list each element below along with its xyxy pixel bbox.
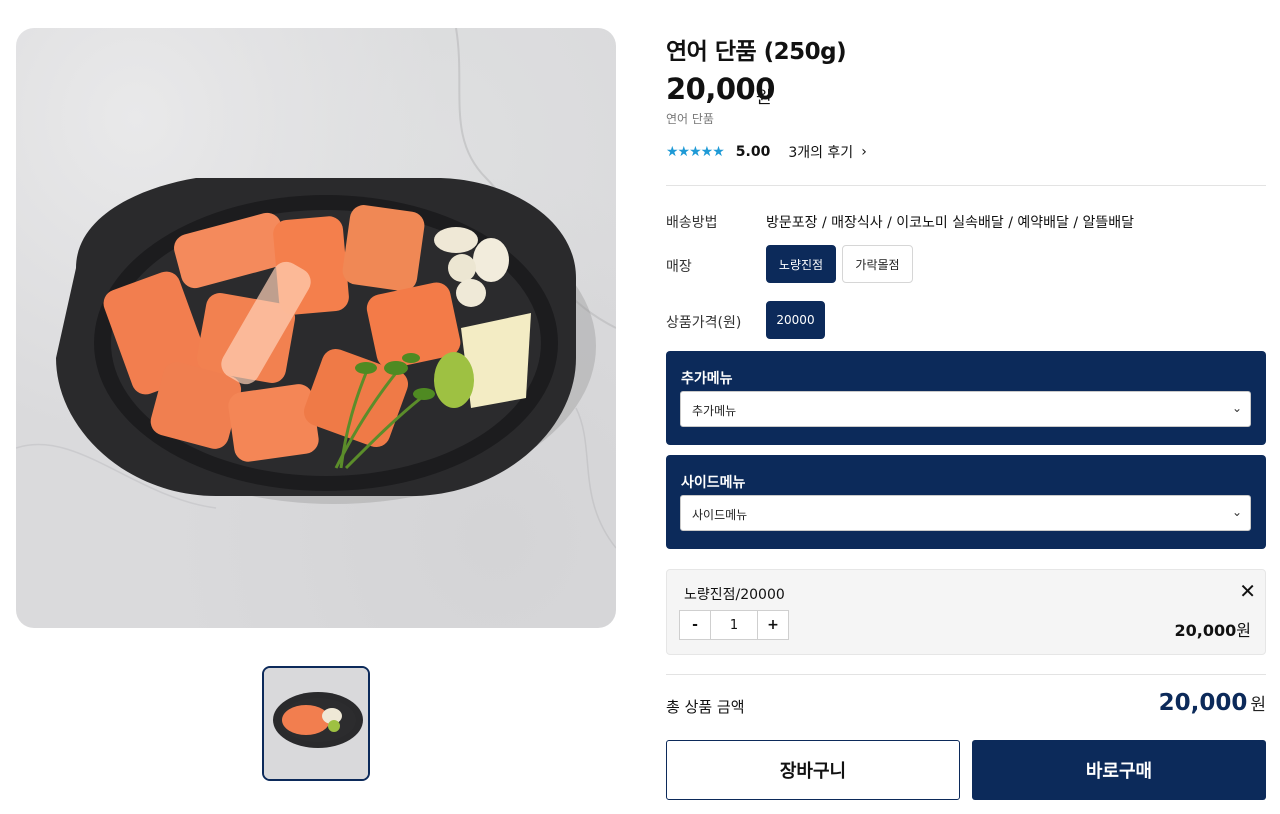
reviews-label: 3개의 후기: [788, 145, 854, 161]
chevron-right-icon: ›: [861, 144, 867, 160]
store-option-garakmall[interactable]: 가락몰점: [842, 245, 913, 283]
add-to-cart-button[interactable]: 장바구니: [666, 740, 960, 800]
chevron-down-icon: ⌄: [1231, 401, 1242, 415]
total-amount-unit: 원: [1250, 695, 1266, 715]
selected-option-price-amount: 20,000: [1174, 621, 1237, 640]
selected-option-price: 20,000원: [1175, 617, 1251, 641]
divider: [666, 674, 1266, 675]
product-main-image: [16, 28, 616, 628]
buy-now-button[interactable]: 바로구매: [972, 740, 1266, 800]
rating-row: ★★★★★ 5.00 3개의 후기 ›: [666, 143, 867, 161]
side-menu-select[interactable]: 사이드메뉴 ⌄: [680, 495, 1251, 531]
total-label: 총 상품 금액: [666, 698, 745, 716]
product-thumbnail[interactable]: [262, 666, 370, 781]
salmon-bowl-thumbnail-illustration: [264, 668, 368, 779]
delivery-value: 방문포장 / 매장식사 / 이코노미 실속배달 / 예약배달 / 알뜰배달: [766, 215, 1135, 231]
selected-option-name: 노량진점/20000: [684, 587, 785, 603]
price-unit: 원: [756, 88, 772, 108]
salmon-bowl-illustration: [16, 28, 616, 549]
quantity-increase-button[interactable]: +: [758, 611, 788, 639]
close-icon[interactable]: ✕: [1239, 579, 1256, 603]
store-option-noryangjin[interactable]: 노량진점: [766, 245, 836, 283]
product-subname: 연어 단품: [666, 112, 714, 126]
divider: [666, 185, 1266, 186]
extra-menu-label: 추가메뉴: [681, 371, 733, 387]
store-label: 매장: [666, 259, 692, 275]
price-option-20000[interactable]: 20000: [766, 301, 825, 339]
quantity-decrease-button[interactable]: -: [680, 611, 710, 639]
product-info-panel: 연어 단품 (250g) 20,000 원 연어 단품 ★★★★★ 5.00 3…: [666, 0, 1266, 814]
side-menu-box: 사이드메뉴 사이드메뉴 ⌄: [666, 455, 1266, 549]
delivery-label: 배송방법: [666, 215, 718, 231]
rating-score: 5.00: [735, 144, 771, 160]
selected-option-price-unit: 원: [1236, 621, 1251, 640]
extra-menu-select-value: 추가메뉴: [692, 404, 737, 418]
selected-option-item: 노량진점/20000 ✕ - 1 + 20,000원: [666, 569, 1266, 655]
side-menu-select-value: 사이드메뉴: [692, 508, 748, 522]
total-amount: 20,000 원: [1159, 690, 1266, 716]
total-amount-value: 20,000: [1158, 690, 1248, 716]
reviews-link[interactable]: 3개의 후기 ›: [788, 142, 867, 162]
extra-menu-box: 추가메뉴 추가메뉴 ⌄: [666, 351, 1266, 445]
extra-menu-select[interactable]: 추가메뉴 ⌄: [680, 391, 1251, 427]
quantity-input[interactable]: 1: [710, 611, 758, 639]
side-menu-label: 사이드메뉴: [681, 475, 746, 491]
product-title: 연어 단품 (250g): [666, 39, 847, 65]
chevron-down-icon: ⌄: [1231, 505, 1242, 519]
quantity-stepper: - 1 +: [679, 610, 789, 640]
star-rating-icon: ★★★★★: [666, 144, 725, 160]
price-option-label: 상품가격(원): [666, 315, 742, 331]
